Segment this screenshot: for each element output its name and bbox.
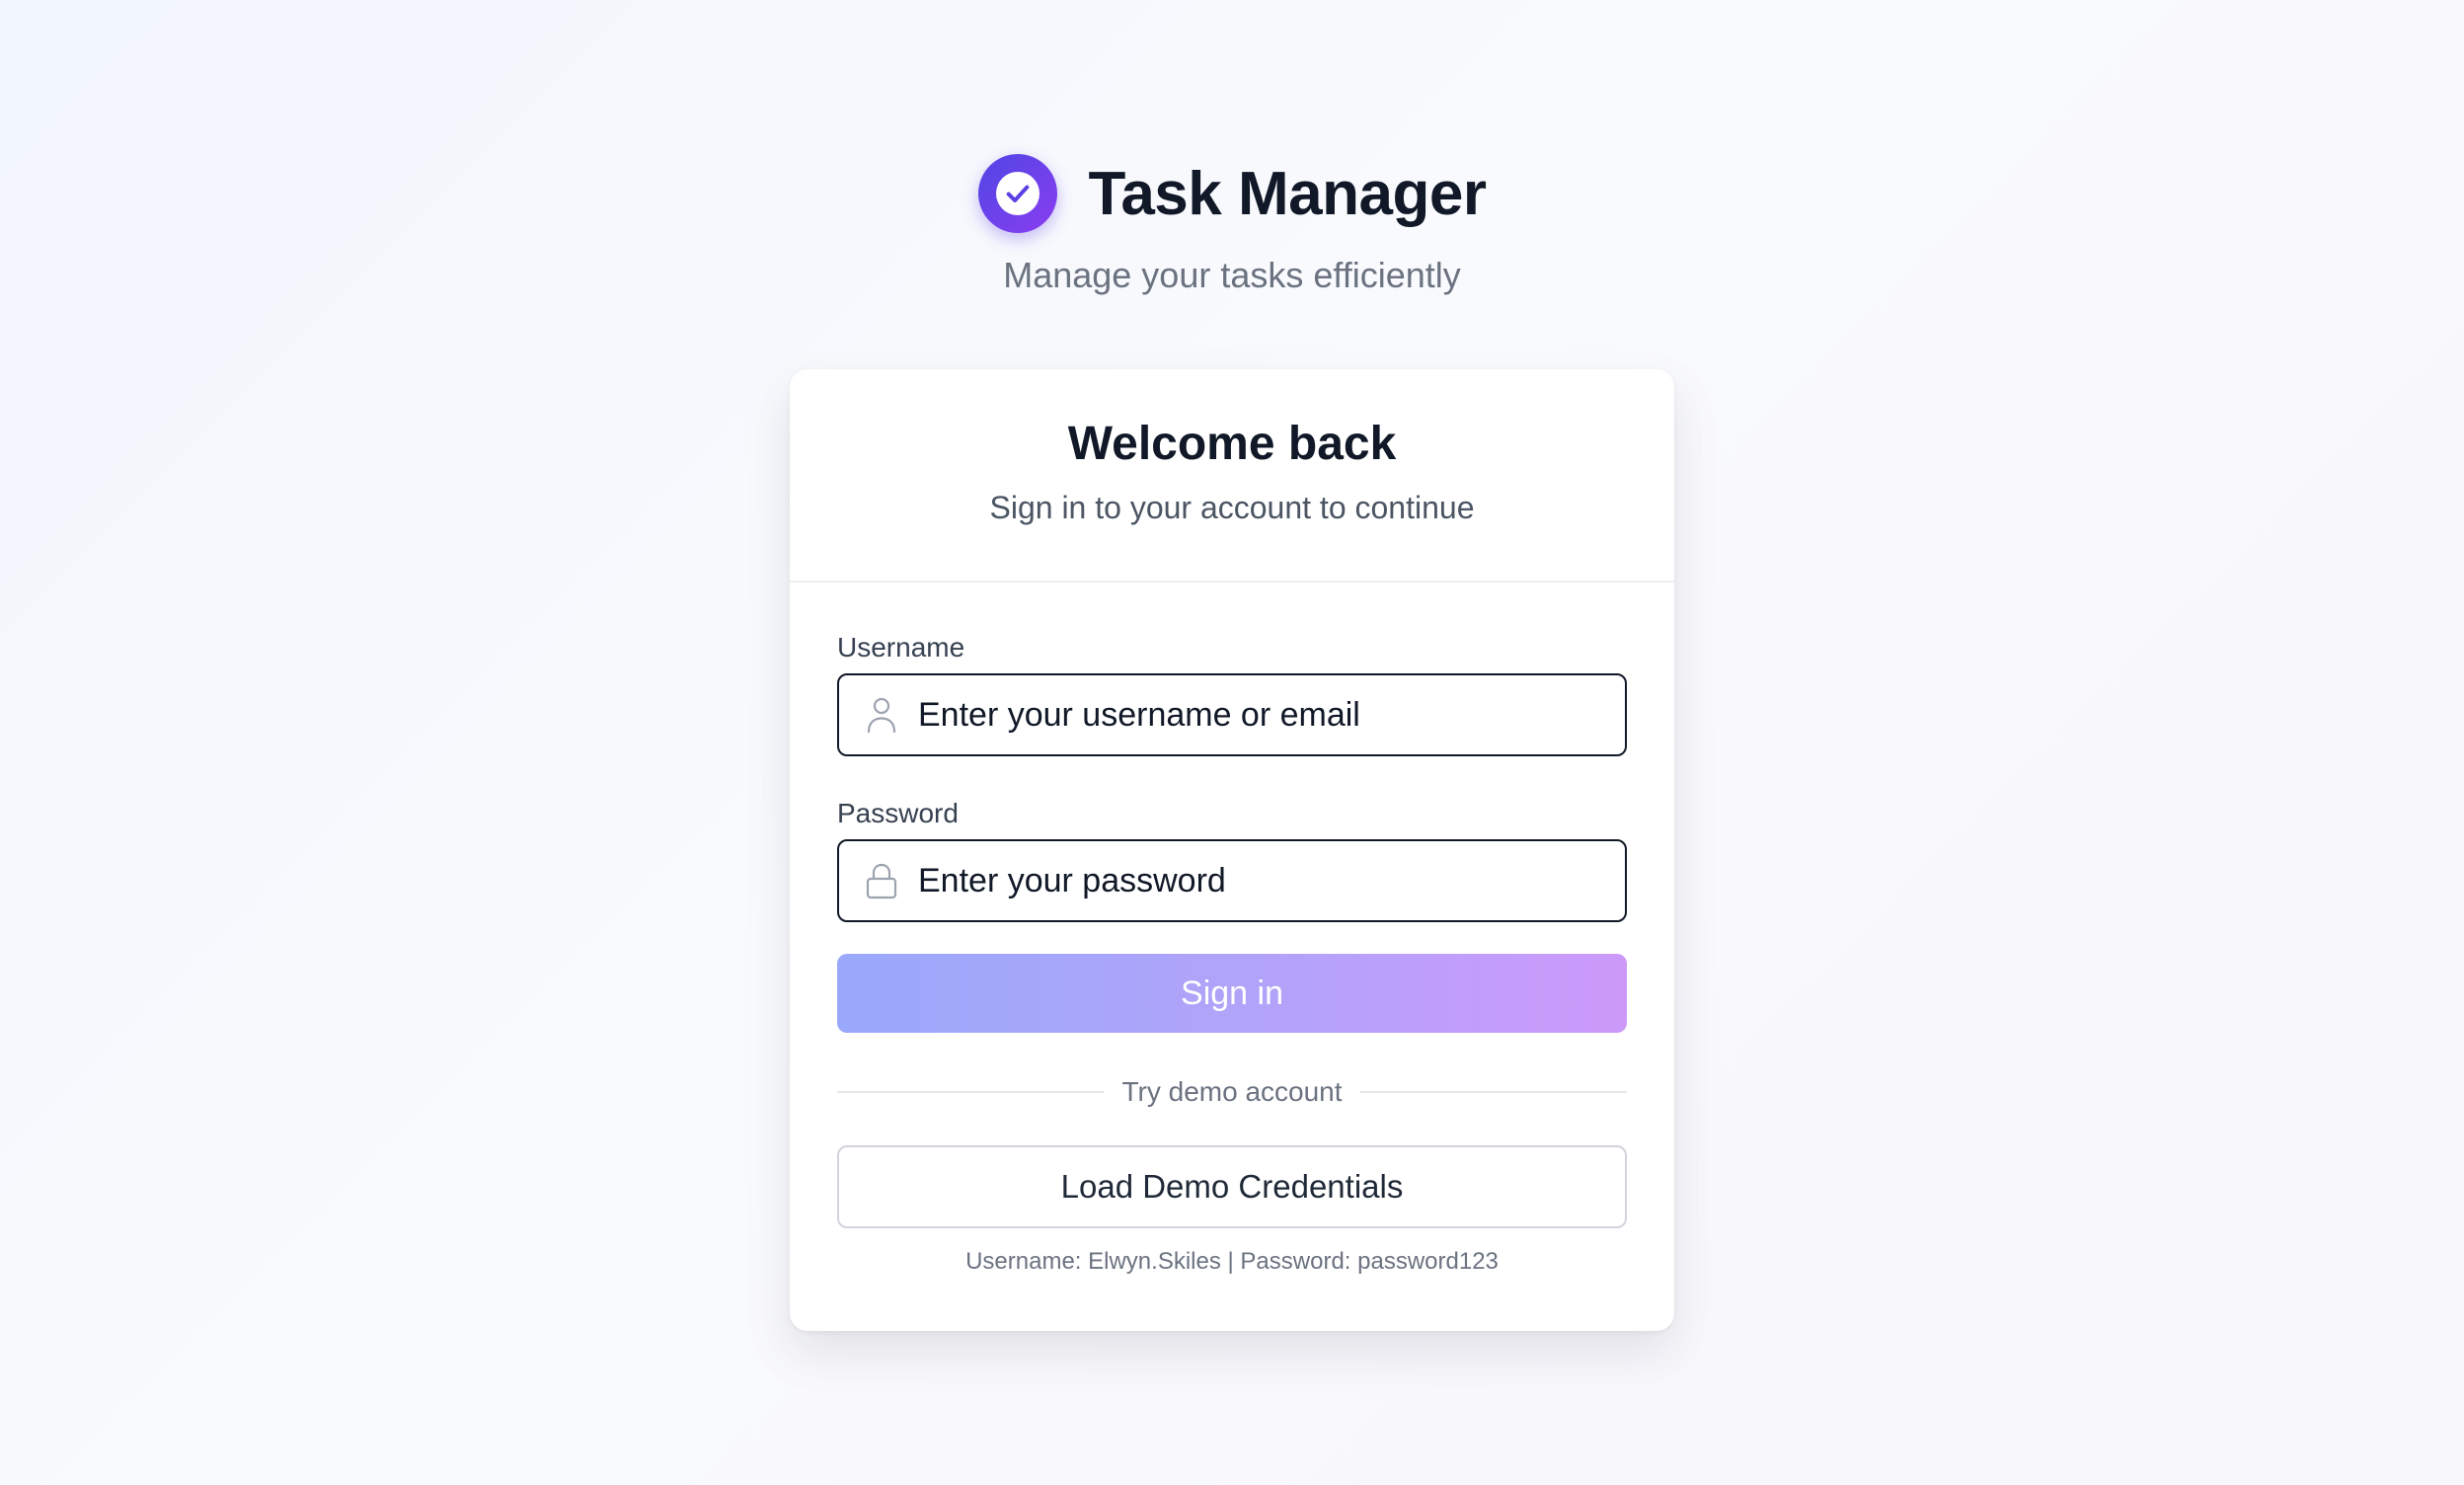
- login-card: Welcome back Sign in to your account to …: [790, 369, 1674, 1331]
- app-subtitle: Manage your tasks efficiently: [1003, 255, 1461, 295]
- load-demo-credentials-button[interactable]: Load Demo Credentials: [837, 1145, 1627, 1228]
- checkmark-icon: [1006, 185, 1029, 202]
- lock-icon: [863, 862, 900, 899]
- logo-inner-circle: [995, 172, 1040, 215]
- username-field[interactable]: [837, 673, 1627, 756]
- password-field[interactable]: [837, 839, 1627, 922]
- divider-line-left: [837, 1091, 1105, 1093]
- divider-text: Try demo account: [1121, 1076, 1343, 1107]
- demo-credentials-hint: Username: Elwyn.Skiles | Password: passw…: [965, 1248, 1499, 1275]
- username-label: Username: [837, 632, 965, 663]
- demo-divider: Try demo account: [837, 1076, 1627, 1108]
- check-circle-icon: [977, 154, 1057, 233]
- password-label: Password: [837, 798, 959, 828]
- login-form: Username Password Sign in Try: [790, 634, 1674, 1276]
- password-input[interactable]: [918, 861, 1589, 900]
- user-icon: [863, 696, 900, 734]
- login-card-header: Welcome back Sign in to your account to …: [790, 369, 1674, 583]
- login-subtitle: Sign in to your account to continue: [989, 490, 1475, 525]
- app-title: Task Manager: [1088, 159, 1487, 228]
- divider-line-right: [1359, 1091, 1627, 1093]
- login-title: Welcome back: [1067, 418, 1397, 470]
- brand-header: Task Manager: [0, 154, 2464, 233]
- sign-in-button[interactable]: Sign in: [837, 954, 1627, 1033]
- username-input[interactable]: [918, 695, 1589, 735]
